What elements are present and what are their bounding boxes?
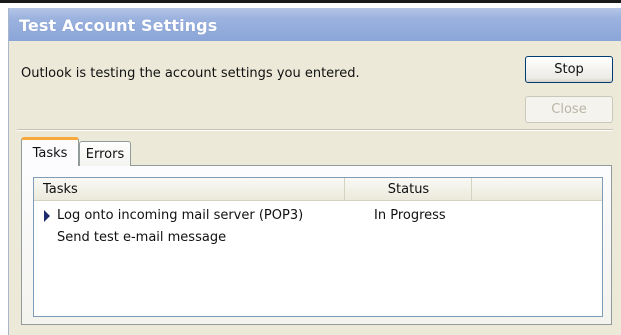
column-header-tasks[interactable]: Tasks [34, 178, 345, 200]
task-row-log-on[interactable]: Log onto incoming mail server (POP3) In … [34, 206, 602, 226]
list-header: Tasks Status [34, 178, 602, 201]
close-button: Close [525, 96, 613, 123]
tasks-tab-panel: Tasks Status Log onto incoming mail serv… [21, 165, 612, 325]
tasks-list[interactable]: Tasks Status Log onto incoming mail serv… [33, 177, 603, 317]
tab-errors[interactable]: Errors [79, 141, 131, 166]
task-name: Log onto incoming mail server (POP3) [57, 208, 304, 223]
stop-button[interactable]: Stop [525, 56, 613, 83]
column-header-status[interactable]: Status [346, 178, 472, 200]
task-status: In Progress [374, 208, 446, 223]
window-title: Test Account Settings [19, 16, 218, 35]
task-row-send-test[interactable]: Send test e-mail message [34, 228, 602, 248]
play-arrow-icon [44, 210, 50, 222]
top-border [0, 0, 621, 8]
test-account-settings-dialog: Test Account Settings Outlook is testing… [8, 8, 621, 335]
status-message: Outlook is testing the account settings … [21, 66, 360, 81]
title-bar[interactable]: Test Account Settings [9, 8, 621, 41]
separator [17, 129, 613, 131]
task-name: Send test e-mail message [57, 230, 227, 245]
tab-tasks[interactable]: Tasks [21, 137, 79, 166]
